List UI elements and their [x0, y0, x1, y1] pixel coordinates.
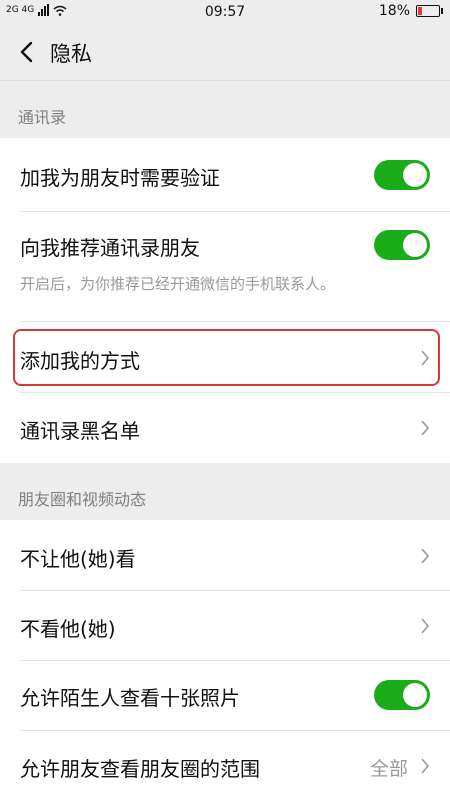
setting-label: 不让他(她)看	[20, 547, 136, 571]
section-header-moments: 朋友圈和视频动态	[0, 463, 450, 520]
section-header-contacts: 通讯录	[0, 81, 450, 138]
status-bar: 2G 4G 09:57 18%	[0, 0, 450, 24]
battery-percent: 18%	[378, 3, 410, 19]
setting-hide-from[interactable]: 不让他(她)看	[0, 520, 450, 591]
setting-add-me-methods[interactable]: 添加我的方式	[0, 322, 450, 393]
chevron-right-icon	[421, 618, 430, 634]
moments-range-value: 全部	[369, 758, 408, 780]
chevron-right-icon	[421, 758, 430, 774]
setting-label: 添加我的方式	[20, 349, 140, 373]
setting-verify-friend[interactable]: 加我为朋友时需要验证	[0, 138, 450, 212]
setting-hint: 开启后，为你推荐已经开通微信的手机联系人。	[20, 275, 336, 293]
chevron-right-icon	[421, 548, 430, 564]
verify-friend-toggle[interactable]	[374, 160, 430, 190]
chevron-right-icon	[421, 420, 430, 436]
setting-hide-their-moments[interactable]: 不看他(她)	[0, 591, 450, 661]
setting-moments-range[interactable]: 允许朋友查看朋友圈的范围 全部	[0, 731, 450, 800]
setting-contacts-blacklist[interactable]: 通讯录黑名单	[0, 393, 450, 463]
setting-label: 向我推荐通讯录朋友	[20, 236, 200, 260]
recommend-contacts-toggle[interactable]	[374, 230, 430, 260]
setting-label: 允许朋友查看朋友圈的范围	[20, 757, 260, 781]
chevron-left-icon[interactable]	[16, 40, 38, 64]
setting-label: 不看他(她)	[20, 617, 116, 641]
setting-label: 通讯录黑名单	[20, 419, 140, 443]
setting-recommend-contacts[interactable]: 向我推荐通讯录朋友 开启后，为你推荐已经开通微信的手机联系人。	[0, 212, 450, 322]
setting-label: 加我为朋友时需要验证	[20, 166, 220, 190]
battery-status: 18%	[378, 3, 443, 19]
nav-bar: 隐私	[0, 24, 450, 81]
setting-label: 允许陌生人查看十张照片	[20, 686, 240, 710]
page-title: 隐私	[50, 42, 92, 66]
chevron-right-icon	[421, 350, 430, 366]
stranger-photos-toggle[interactable]	[374, 680, 430, 710]
setting-stranger-ten-photos[interactable]: 允许陌生人查看十张照片	[0, 661, 450, 731]
battery-icon	[416, 5, 443, 17]
